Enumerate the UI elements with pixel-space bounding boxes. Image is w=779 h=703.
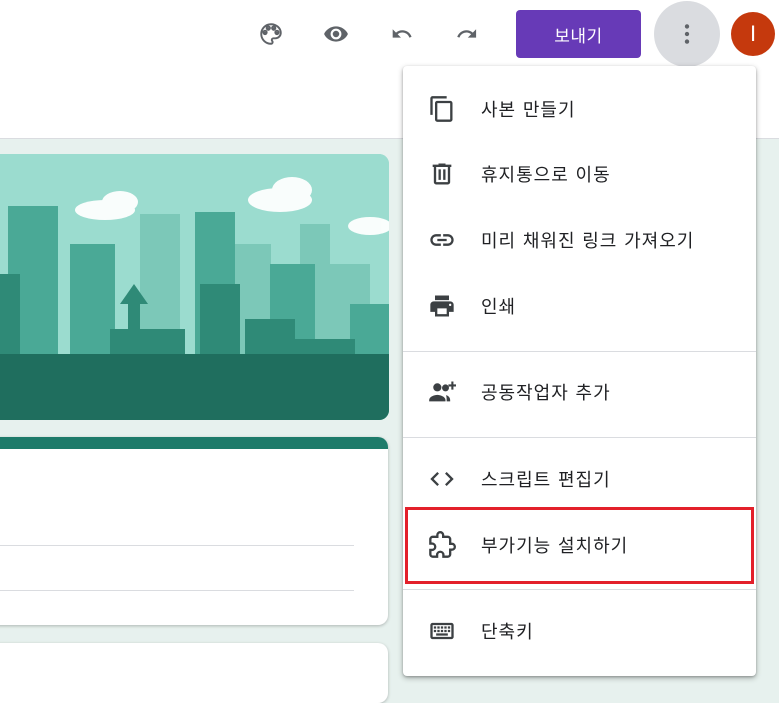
menu-item-make-copy[interactable]: 사본 만들기 — [403, 76, 756, 142]
menu-divider — [403, 351, 756, 352]
menu-item-label: 휴지통으로 이동 — [481, 165, 611, 186]
menu-item-label: 스크립트 편집기 — [481, 470, 611, 491]
description-underline — [0, 590, 354, 591]
menu-item-label: 미리 채워진 링크 가져오기 — [481, 231, 695, 252]
menu-item-move-to-trash[interactable]: 휴지통으로 이동 — [403, 141, 756, 207]
more-vert-icon[interactable] — [654, 1, 720, 67]
eye-icon[interactable] — [316, 14, 356, 54]
keyboard-icon — [427, 616, 457, 646]
menu-item-label: 인쇄 — [481, 297, 517, 318]
link-icon — [427, 225, 457, 255]
undo-icon[interactable] — [382, 14, 422, 54]
question-card — [0, 643, 388, 703]
menu-divider — [403, 589, 756, 590]
menu-item-script-editor[interactable]: 스크립트 편집기 — [403, 446, 756, 512]
copy-icon — [427, 94, 457, 124]
palette-icon[interactable] — [251, 14, 291, 54]
menu-item-print[interactable]: 인쇄 — [403, 273, 756, 339]
theme-accent-bar — [0, 437, 388, 449]
trash-icon — [427, 159, 457, 189]
top-toolbar: 보내기 I — [0, 0, 779, 70]
form-title-card — [0, 437, 388, 625]
more-options-menu: 사본 만들기 휴지통으로 이동 미리 채워진 링크 가져오기 인쇄 공동작업자 … — [403, 66, 756, 676]
menu-item-label: 단축키 — [481, 622, 534, 643]
print-icon — [427, 291, 457, 321]
send-button[interactable]: 보내기 — [516, 10, 641, 58]
menu-divider — [403, 437, 756, 438]
highlight-box — [405, 507, 754, 584]
menu-item-add-collaborators[interactable]: 공동작업자 추가 — [403, 359, 756, 425]
code-icon — [427, 464, 457, 494]
menu-item-keyboard-shortcuts[interactable]: 단축키 — [403, 598, 756, 664]
menu-item-prefilled-link[interactable]: 미리 채워진 링크 가져오기 — [403, 207, 756, 273]
title-underline — [0, 545, 354, 546]
avatar[interactable]: I — [731, 12, 775, 56]
menu-item-label: 사본 만들기 — [481, 100, 576, 121]
menu-item-label: 공동작업자 추가 — [481, 383, 611, 404]
redo-icon[interactable] — [447, 14, 487, 54]
add-people-icon — [427, 377, 457, 407]
header-banner-image — [0, 154, 389, 420]
